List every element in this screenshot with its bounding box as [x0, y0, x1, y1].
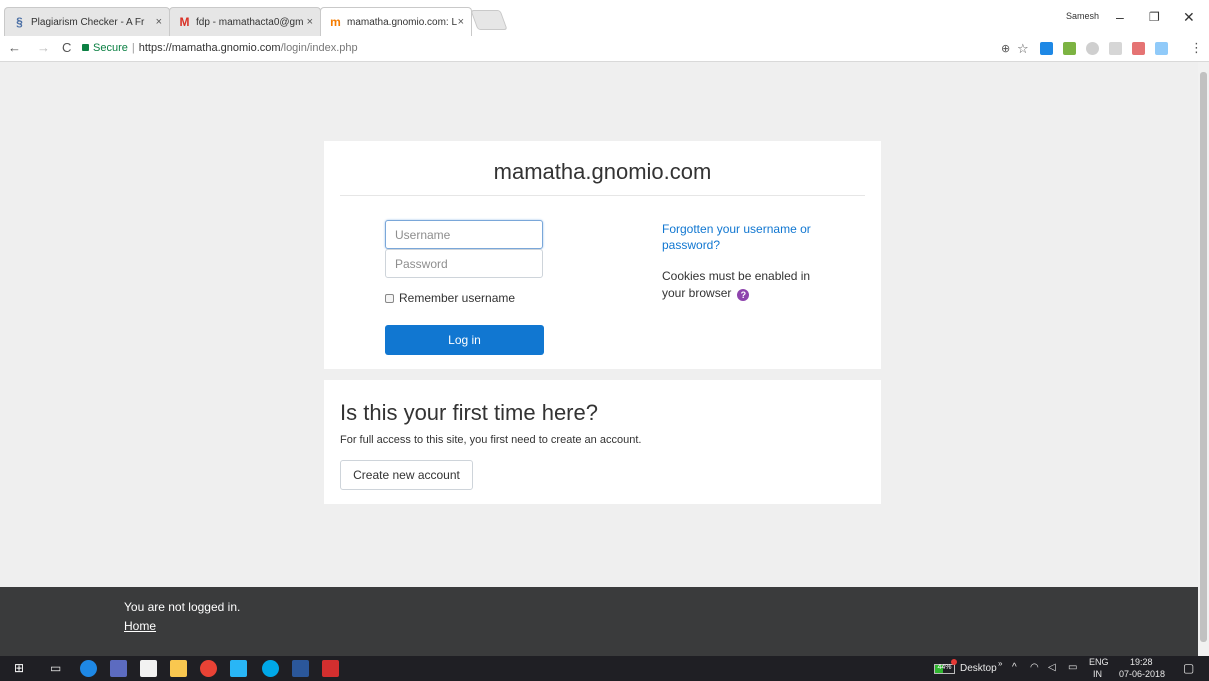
home-link[interactable]: Home [124, 619, 156, 633]
gmail-favicon-icon: M [179, 15, 190, 29]
battery-label: 44% [937, 664, 952, 671]
remember-username[interactable]: Remember username [385, 291, 515, 305]
signup-text: For full access to this site, you first … [340, 434, 642, 446]
close-window-icon[interactable]: ✕ [1183, 9, 1195, 26]
task-view-icon[interactable]: ▭ [50, 661, 61, 675]
app-icon[interactable] [230, 660, 247, 677]
cookies-note-text: Cookies must be enabled in your browser [662, 269, 811, 300]
chevron-up-icon[interactable]: ^ [1012, 662, 1017, 673]
password-input[interactable] [385, 249, 543, 278]
new-tab-button[interactable] [470, 10, 508, 30]
forgot-password-link[interactable]: Forgotten your username or password? [662, 221, 832, 253]
action-center-icon[interactable]: ▢ [1183, 661, 1194, 675]
windows-taskbar: ⊞ ▭ 44% Desktop » ^ ◠ ◁ ▭ ENG IN 19:28 0… [0, 656, 1209, 681]
tab-title: fdp - mamathacta0@gm [196, 17, 304, 28]
windows-start-icon[interactable]: ⊞ [14, 661, 24, 675]
menu-dots-icon[interactable]: ⋮ [1190, 40, 1203, 56]
signup-card: Is this your first time here? For full a… [324, 380, 881, 504]
lock-icon [82, 44, 89, 51]
login-status: You are not logged in. [124, 600, 241, 614]
extension-icon[interactable] [1155, 42, 1168, 55]
create-account-button[interactable]: Create new account [340, 460, 473, 490]
url-separator: | [131, 42, 135, 54]
tab-gnomio-login[interactable]: m mamatha.gnomio.com: L × [320, 7, 472, 36]
language-label[interactable]: ENG [1089, 657, 1109, 667]
skype-icon[interactable] [262, 660, 279, 677]
extension-icon[interactable] [1063, 42, 1076, 55]
signup-heading: Is this your first time here? [340, 400, 598, 425]
username-input[interactable] [385, 220, 543, 249]
help-icon[interactable]: ? [737, 289, 750, 301]
back-icon[interactable]: ← [8, 40, 21, 55]
chrome-icon[interactable] [200, 660, 217, 677]
secure-label: Secure [93, 42, 128, 54]
notification-dot [951, 659, 957, 665]
tab-title: mamatha.gnomio.com: L [347, 17, 458, 28]
url-path: /login/index.php [280, 42, 358, 54]
moodle-favicon-icon: m [330, 15, 341, 29]
divider [340, 195, 865, 196]
url-host: https://mamatha.gnomio.com [138, 42, 281, 54]
extension-icon[interactable] [1086, 42, 1099, 55]
address-bar[interactable]: Secure | https://mamatha.gnomio.com/login/… [82, 38, 972, 59]
clock-time[interactable]: 19:28 [1130, 657, 1153, 667]
reload-icon[interactable]: C [62, 40, 71, 55]
login-button[interactable]: Log in [385, 325, 544, 355]
chevron-right-icon[interactable]: » [998, 659, 1002, 668]
wifi-icon[interactable]: ◠ [1030, 662, 1039, 673]
remember-username-label: Remember username [399, 291, 516, 305]
page-scrollbar[interactable] [1198, 62, 1209, 656]
tab-gmail[interactable]: M fdp - mamathacta0@gm × [169, 7, 321, 36]
close-tab-icon[interactable]: × [156, 8, 162, 36]
close-tab-icon[interactable]: × [458, 8, 464, 36]
cookies-note: Cookies must be enabled in your browser? [662, 268, 832, 302]
file-explorer-icon[interactable] [170, 660, 187, 677]
bookmark-star-icon[interactable]: ☆ [1017, 41, 1029, 57]
page-content: mamatha.gnomio.com Remember username Log… [0, 62, 1198, 587]
extension-icon[interactable] [1109, 42, 1122, 55]
edge-icon[interactable] [80, 660, 97, 677]
battery-indicator[interactable]: 44% [934, 664, 955, 674]
zoom-icon[interactable]: ⊕ [1001, 42, 1010, 55]
scrollbar-thumb[interactable] [1200, 72, 1207, 642]
app-icon[interactable] [110, 660, 127, 677]
clock-date[interactable]: 07-06-2018 [1119, 669, 1165, 679]
minimize-icon[interactable]: – [1116, 9, 1124, 25]
tab-title: Plagiarism Checker - A Fr [31, 17, 145, 28]
keyboard-icon[interactable]: ▭ [1068, 662, 1077, 673]
store-icon[interactable] [140, 660, 157, 677]
word-icon[interactable] [292, 660, 309, 677]
restore-icon[interactable]: ❐ [1149, 10, 1160, 24]
profile-name[interactable]: Samesh [1066, 11, 1099, 21]
acrobat-icon[interactable] [322, 660, 339, 677]
page-footer: You are not logged in. Home [0, 587, 1198, 656]
tab-plagiarism-checker[interactable]: § Plagiarism Checker - A Fr × [4, 7, 170, 36]
plagiarism-favicon-icon: § [16, 15, 23, 29]
close-tab-icon[interactable]: × [307, 8, 313, 36]
forward-icon[interactable]: → [37, 40, 50, 55]
region-label[interactable]: IN [1093, 669, 1102, 679]
browser-toolbar: ← → C Secure | https://mamatha.gnomio.com/… [0, 36, 1209, 62]
extension-icon[interactable] [1132, 42, 1145, 55]
remember-username-checkbox[interactable] [385, 293, 394, 303]
login-card: mamatha.gnomio.com Remember username Log… [324, 141, 881, 369]
extension-icon[interactable] [1040, 42, 1053, 55]
site-title: mamatha.gnomio.com [493, 159, 712, 184]
browser-tab-bar: § Plagiarism Checker - A Fr × M fdp - ma… [0, 0, 1209, 36]
volume-icon[interactable]: ◁ [1048, 662, 1056, 673]
desktop-toolbar-label[interactable]: Desktop [960, 663, 997, 674]
